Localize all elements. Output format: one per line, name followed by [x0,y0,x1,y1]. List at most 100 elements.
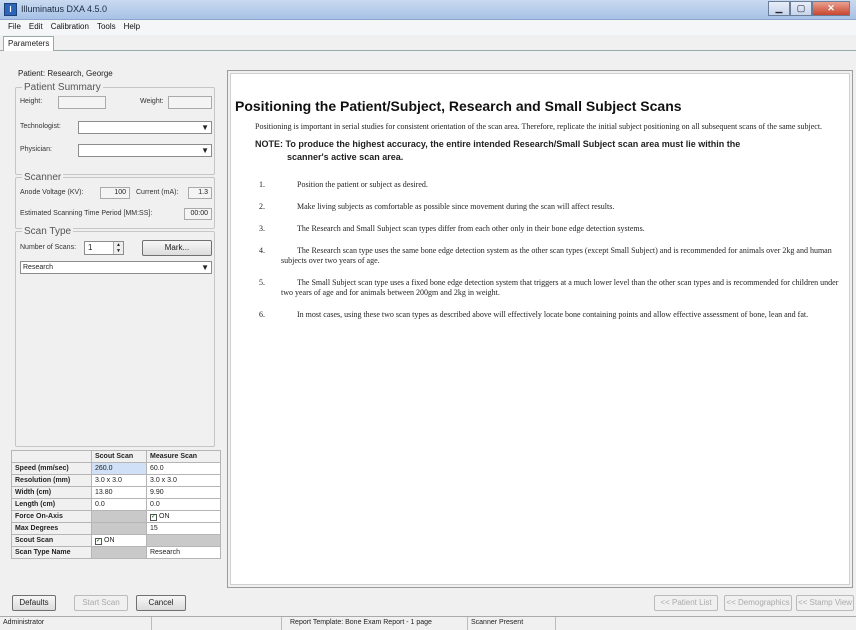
status-template: Report Template: Bone Exam Report - 1 pa… [282,617,468,630]
menu-tools[interactable]: Tools [93,20,120,35]
chevron-down-icon: ▼ [201,123,209,132]
cell-scout [91,522,147,535]
cell-scout[interactable]: 3.0 x 3.0 [91,474,147,487]
row-label: Width (cm) [11,486,92,499]
table-row: Length (cm) 0.0 0.0 [11,498,221,511]
step-number: 2. [259,202,265,211]
tab-row: Parameters [0,35,856,51]
scan-type-group: Scan Type Number of Scans: 1 ▲ ▼ Mark... R… [15,226,215,447]
menu-file[interactable]: File [4,20,25,35]
num-scans-label: Number of Scans: [20,244,77,251]
list-item: 2. Make living subjects as comfortable as… [259,202,843,212]
physician-combo[interactable]: ▼ [78,144,212,157]
step-number: 4. [259,246,265,255]
list-item: 1. Position the patient or subject as des… [259,180,843,190]
row-label: Speed (mm/sec) [11,462,92,475]
voltage-value: 100 [100,187,130,199]
row-label: Scout Scan [11,534,92,547]
row-label: Scan Type Name [11,546,92,559]
row-label: Max Degrees [11,522,92,535]
cell-measure[interactable]: Research [146,546,221,559]
patient-name: Research, George [47,69,113,78]
cell-scout[interactable]: 13.80 [91,486,147,499]
title-bar: I Illuminatus DXA 4.5.0 ▁ ▢ ✕ [0,0,856,20]
spin-arrows-icon[interactable]: ▲ ▼ [113,242,123,254]
cell-scout[interactable]: 260.0 [91,462,147,475]
table-row: Scout Scan ✓ ON [11,534,221,547]
bottom-button-bar: Defaults Start Scan Cancel << Patient Li… [0,591,856,615]
checkbox-icon[interactable]: ✓ [95,537,102,545]
scout-scan-value: ON [104,536,115,544]
weight-field [168,96,212,109]
table-row: Speed (mm/sec) 260.0 60.0 [11,462,221,475]
row-label: Resolution (mm) [11,474,92,487]
status-scanner: Scanner Present [468,617,556,630]
cell-measure[interactable]: 60.0 [146,462,221,475]
table-header-row: Scout Scan Measure Scan [11,450,221,463]
physician-label: Physician: [20,146,52,153]
current-label: Current (mA): [136,189,179,196]
list-item: 6. In most cases, using these two scan ty… [259,310,843,320]
scanner-group: Scanner Anode Voltage (KV): 100 Current … [15,172,215,229]
cell-measure [146,534,221,547]
scan-time-label: Estimated Scanning Time Period [MM:SS]: [20,210,153,217]
cell-measure[interactable]: 15 [146,522,221,535]
cell-scout [91,546,147,559]
help-panel: Positioning the Patient/Subject, Researc… [227,70,853,588]
maximize-button[interactable]: ▢ [790,1,812,16]
step-number: 3. [259,224,265,233]
app-icon: I [4,3,17,16]
menu-calibration[interactable]: Calibration [47,20,93,35]
row-label: Length (cm) [11,498,92,511]
cell-scout[interactable]: 0.0 [91,498,147,511]
step-text: The Research and Small Subject scan type… [297,224,645,233]
cell-scout[interactable]: ✓ ON [91,534,147,547]
table-row: Force On-Axis ✓ ON [11,510,221,523]
cancel-button[interactable]: Cancel [136,595,186,611]
table-header: Scout Scan [91,450,147,463]
checkbox-icon[interactable]: ✓ [150,513,157,521]
chevron-down-icon: ▼ [201,146,209,155]
cell-measure[interactable]: ✓ ON [146,510,221,523]
force-on-axis-value: ON [159,512,170,520]
minimize-button[interactable]: ▁ [768,1,790,16]
patient-list-button[interactable]: << Patient List [654,595,718,611]
status-empty [152,617,282,630]
table-row: Width (cm) 13.80 9.90 [11,486,221,499]
cell-measure[interactable]: 9.90 [146,486,221,499]
step-text: The Research scan type uses the same bon… [281,246,832,265]
technologist-label: Technologist: [20,123,61,130]
stamp-view-button[interactable]: << Stamp View [796,595,854,611]
window-title: Illuminatus DXA 4.5.0 [21,4,108,14]
patient-line: Patient: Research, George [18,69,113,78]
start-scan-button[interactable]: Start Scan [74,595,128,611]
cell-measure[interactable]: 0.0 [146,498,221,511]
defaults-button[interactable]: Defaults [12,595,56,611]
tab-parameters[interactable]: Parameters [3,36,55,51]
mark-button[interactable]: Mark... [142,240,212,256]
chevron-down-icon: ▼ [201,263,209,272]
cell-measure[interactable]: 3.0 x 3.0 [146,474,221,487]
step-text: Position the patient or subject as desir… [297,180,428,189]
menu-help[interactable]: Help [120,20,144,35]
num-scans-value: 1 [88,243,93,252]
weight-label: Weight: [140,98,164,105]
demographics-button[interactable]: << Demographics [724,595,792,611]
help-document[interactable]: Positioning the Patient/Subject, Researc… [230,73,850,585]
patient-label: Patient: [18,69,46,78]
doc-intro: Positioning is important in serial studi… [255,122,823,131]
doc-note: NOTE: To produce the highest accuracy, t… [235,138,843,164]
menu-bar: File Edit Calibration Tools Help [0,20,856,35]
table-row: Max Degrees 15 [11,522,221,535]
note-line-2: scanner's active scan area. [287,152,404,162]
num-scans-spinner[interactable]: 1 ▲ ▼ [84,241,124,255]
technologist-combo[interactable]: ▼ [78,121,212,134]
note-line-1: NOTE: To produce the highest accuracy, t… [255,139,741,149]
list-item: 4. The Research scan type uses the same b… [259,246,843,266]
menu-edit[interactable]: Edit [25,20,47,35]
scan-type-combo[interactable]: Research ▼ [20,261,212,274]
scan-type-value: Research [23,264,53,271]
step-text: The Small Subject scan type uses a fixed… [281,278,839,297]
list-item: 5. The Small Subject scan type uses a fix… [259,278,843,298]
close-button[interactable]: ✕ [812,1,850,16]
